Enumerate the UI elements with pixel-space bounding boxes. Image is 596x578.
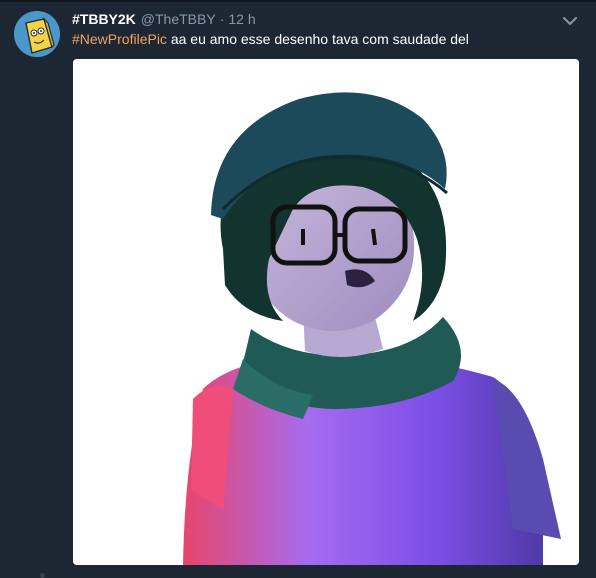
timestamp[interactable]: 12 h	[228, 11, 255, 27]
user-handle[interactable]: @TheTBBY	[141, 11, 216, 27]
hashtag-link[interactable]: #NewProfilePic	[72, 31, 167, 47]
avatar-illustration	[14, 11, 60, 57]
tweet-image[interactable]	[73, 59, 579, 565]
tweet-text: #NewProfilePic aa eu amo esse desenho ta…	[72, 31, 469, 47]
display-name[interactable]: #TBBY2K	[72, 11, 136, 27]
separator: ·	[219, 11, 225, 27]
tweet-header: #TBBY2K @TheTBBY · 12 h	[72, 11, 256, 29]
avatar[interactable]	[14, 11, 60, 57]
character-illustration	[73, 59, 579, 565]
thread-dot	[40, 573, 45, 578]
tweet[interactable]: #TBBY2K @TheTBBY · 12 h #NewProfilePic a…	[0, 0, 596, 578]
chevron-down-icon[interactable]	[561, 12, 579, 30]
divider	[0, 0, 596, 2]
tweet-body: aa eu amo esse desenho tava com saudade …	[166, 31, 469, 47]
